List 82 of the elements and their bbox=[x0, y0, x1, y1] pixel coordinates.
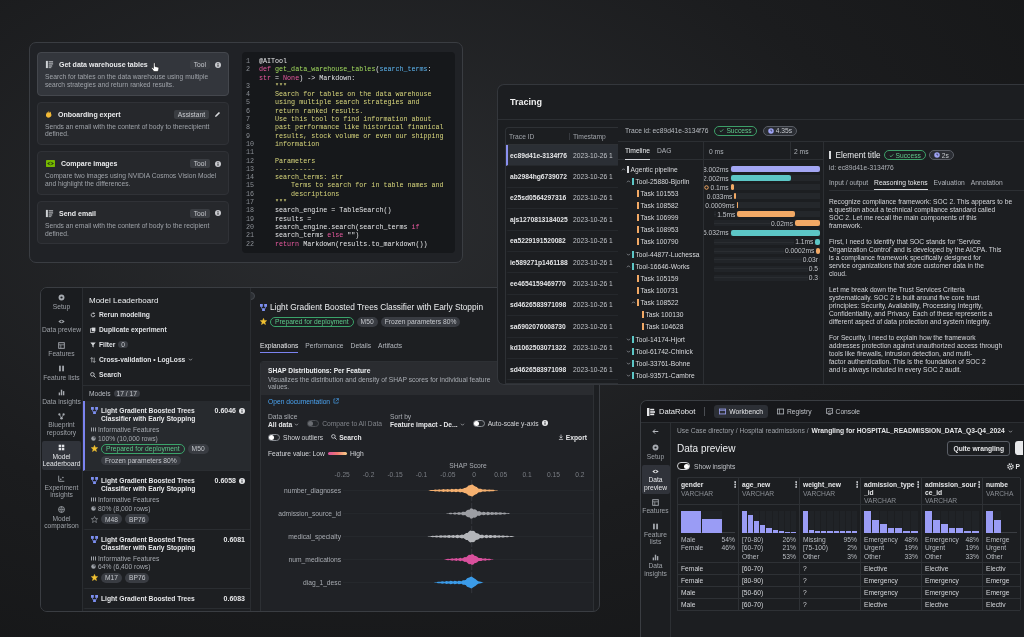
chevron-up-icon[interactable] bbox=[626, 178, 631, 184]
info-icon bbox=[215, 61, 221, 68]
gear-icon bbox=[1006, 462, 1014, 470]
chevron-down-icon[interactable] bbox=[626, 372, 631, 378]
columns-icon bbox=[58, 365, 65, 373]
window-title: Tracing bbox=[510, 97, 542, 107]
chevron-down-icon[interactable] bbox=[626, 251, 631, 257]
table-icon bbox=[652, 498, 659, 506]
star-outline-icon[interactable] bbox=[91, 515, 98, 523]
edit-icon[interactable] bbox=[214, 110, 221, 118]
kebab-menu-icon[interactable] bbox=[794, 481, 797, 488]
bar-chart-icon bbox=[652, 553, 659, 561]
page-title: Data preview bbox=[677, 442, 737, 454]
model-icon bbox=[91, 594, 98, 602]
pie-icon bbox=[91, 564, 96, 570]
model-icon bbox=[91, 477, 98, 485]
kebab-menu-icon[interactable] bbox=[855, 481, 858, 488]
chevron-down-icon[interactable] bbox=[626, 348, 631, 354]
toggle-switch[interactable] bbox=[472, 419, 485, 427]
columns-icon bbox=[652, 522, 659, 530]
chevron-up-icon[interactable] bbox=[626, 263, 631, 269]
model-icon bbox=[260, 303, 267, 311]
chevron-down-icon bbox=[1007, 428, 1013, 434]
network-icon bbox=[58, 413, 65, 420]
element-title: Element title bbox=[835, 150, 881, 160]
hand-icon bbox=[45, 110, 53, 119]
model-icon bbox=[91, 535, 98, 543]
info-icon bbox=[215, 160, 221, 167]
back-arrow-icon[interactable] bbox=[652, 427, 659, 435]
eye-icon bbox=[45, 159, 56, 169]
copy-icon bbox=[90, 326, 96, 333]
columns-icon bbox=[91, 556, 96, 562]
info-icon bbox=[541, 420, 548, 426]
kebab-menu-icon[interactable] bbox=[916, 481, 919, 488]
eye-icon bbox=[58, 317, 65, 325]
star-icon[interactable] bbox=[260, 318, 267, 326]
chart-icon bbox=[58, 475, 65, 483]
star-icon[interactable] bbox=[91, 445, 98, 453]
table-icon bbox=[58, 341, 65, 349]
color-scale bbox=[327, 452, 347, 455]
toggle-switch[interactable] bbox=[268, 433, 280, 441]
pie-icon bbox=[91, 435, 96, 441]
window-icon bbox=[719, 408, 727, 415]
filter-icon bbox=[90, 341, 96, 348]
model-icon bbox=[91, 407, 98, 414]
info-icon bbox=[215, 210, 221, 217]
gear-icon bbox=[58, 294, 65, 301]
columns-icon bbox=[91, 497, 96, 503]
refresh-icon bbox=[90, 311, 96, 318]
grid-icon bbox=[58, 444, 65, 452]
chevron-down-icon bbox=[294, 421, 300, 427]
gear-icon bbox=[652, 444, 659, 451]
pie-icon bbox=[91, 505, 96, 511]
star-icon[interactable] bbox=[91, 574, 98, 582]
search-icon bbox=[90, 371, 96, 378]
panel-title: Model Leaderboard bbox=[88, 295, 160, 307]
chevron-up-icon[interactable] bbox=[631, 300, 636, 306]
globe-icon bbox=[58, 506, 65, 514]
check-icon bbox=[719, 128, 725, 133]
window-icon bbox=[777, 408, 784, 415]
chevron-down-icon bbox=[188, 357, 194, 362]
chevron-down-icon bbox=[459, 421, 465, 427]
columns-icon bbox=[91, 427, 96, 433]
chevron-down-icon[interactable] bbox=[626, 360, 631, 366]
kebab-menu-icon[interactable] bbox=[733, 481, 736, 488]
monitor-icon bbox=[825, 408, 833, 415]
model-title: Light Gradient Boosted Trees Classifier with Early Stoppin bbox=[270, 302, 484, 312]
chevron-up-icon[interactable] bbox=[621, 166, 626, 172]
bar-chart-icon bbox=[58, 389, 65, 397]
list-icon bbox=[45, 208, 54, 218]
search-icon bbox=[331, 434, 338, 440]
chevron-down-icon[interactable] bbox=[626, 336, 631, 342]
download-icon bbox=[557, 434, 564, 440]
clock-icon bbox=[767, 127, 774, 134]
list-icon bbox=[45, 60, 54, 69]
check-icon bbox=[888, 152, 894, 158]
kebab-menu-icon[interactable] bbox=[977, 481, 980, 488]
clock-icon bbox=[933, 152, 940, 158]
external-link-icon bbox=[333, 398, 340, 404]
sort-icon bbox=[90, 356, 96, 363]
eye-icon bbox=[652, 467, 659, 475]
logo-icon bbox=[647, 406, 655, 417]
